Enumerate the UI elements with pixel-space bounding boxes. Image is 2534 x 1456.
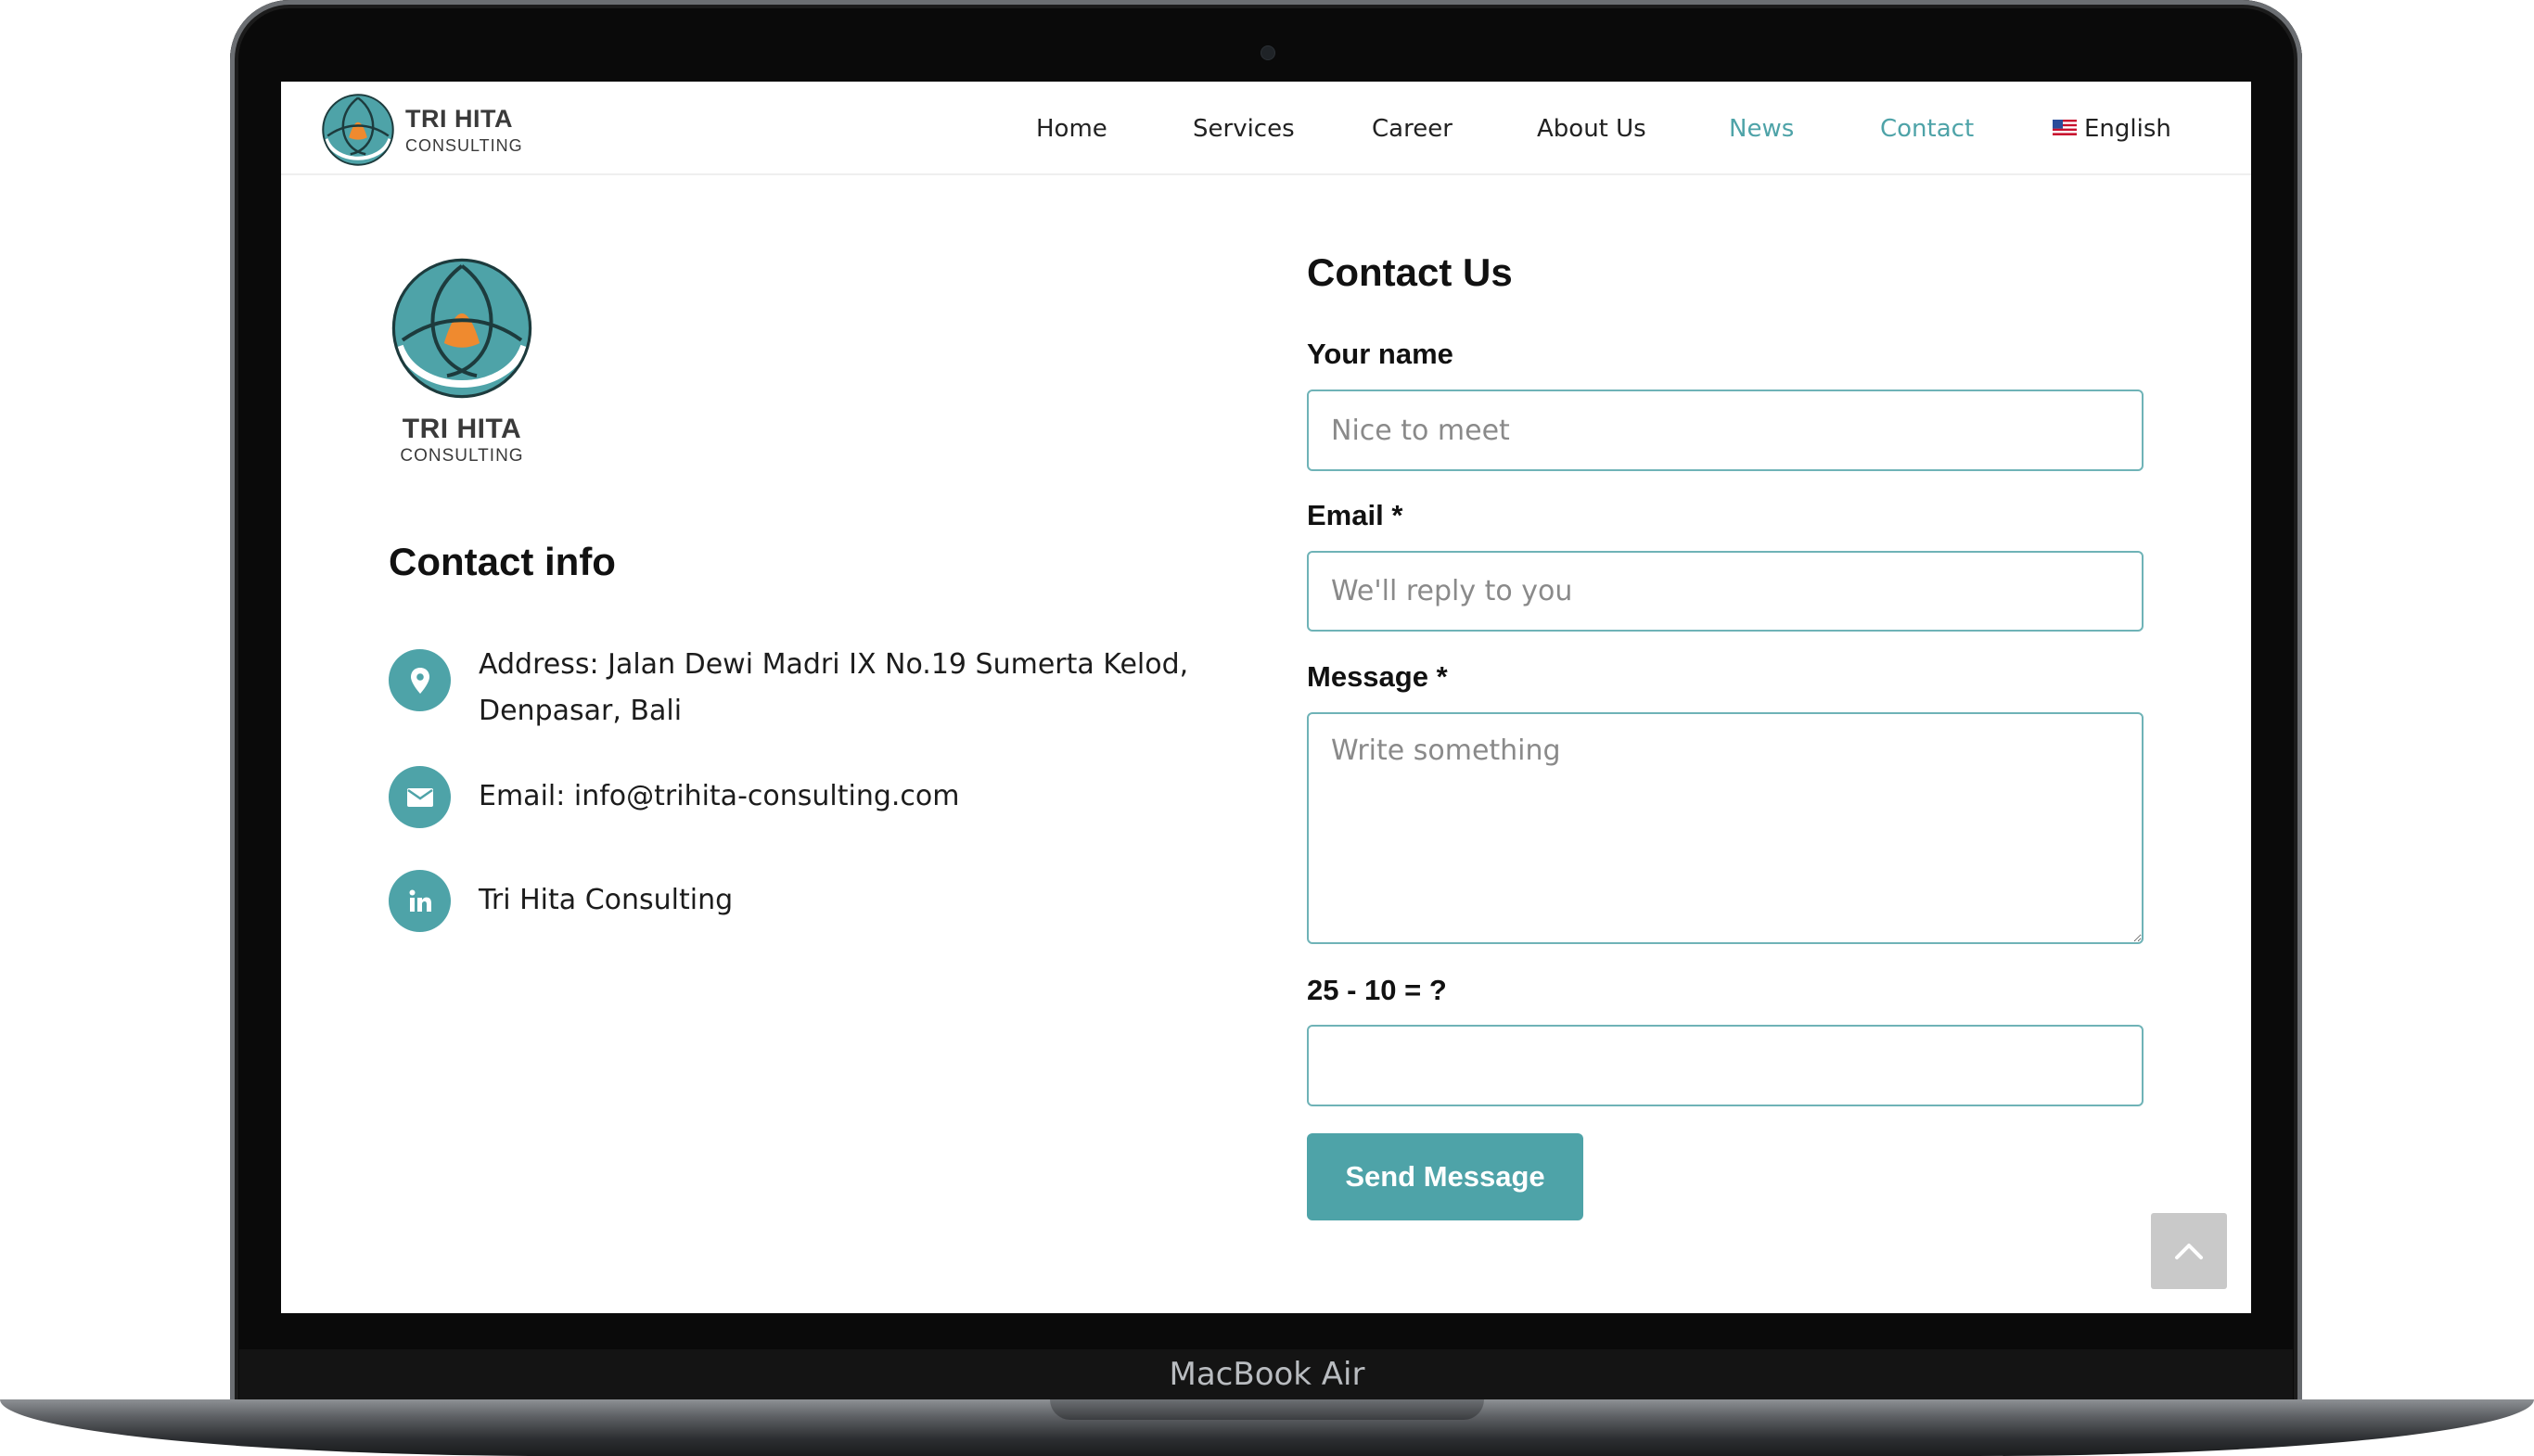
- name-label: Your name: [1307, 338, 1453, 370]
- email-label: Email *: [1307, 499, 1403, 531]
- language-selector[interactable]: English: [2053, 115, 2171, 143]
- address-row: Address: Jalan Dewi Madri IX No.19 Sumer…: [389, 642, 1202, 734]
- message-textarea[interactable]: [1307, 712, 2144, 944]
- send-message-button[interactable]: Send Message: [1307, 1133, 1583, 1220]
- language-label: English: [2084, 115, 2171, 143]
- email-row: Email: info@trihita-consulting.com: [389, 766, 960, 828]
- tri-hita-large-logo-icon: [391, 258, 532, 399]
- name-input[interactable]: [1307, 390, 2144, 471]
- side-brand-name: TRI HITA: [402, 414, 522, 444]
- contact-us-heading: Contact Us: [1307, 250, 1513, 294]
- nav-services[interactable]: Services: [1193, 115, 1295, 143]
- nav-about-us[interactable]: About Us: [1537, 115, 1646, 143]
- laptop-notch: [1050, 1399, 1484, 1420]
- message-label: Message *: [1307, 660, 1448, 693]
- email-input[interactable]: [1307, 551, 2144, 632]
- top-navbar: TRI HITA CONSULTING Home Services Career…: [281, 82, 2251, 175]
- captcha-label: 25 - 10 = ?: [1307, 974, 1447, 1006]
- nav-contact[interactable]: Contact: [1880, 115, 1974, 143]
- captcha-input[interactable]: [1307, 1025, 2144, 1106]
- location-pin-icon: [389, 649, 451, 711]
- chevron-up-icon: [2175, 1244, 2203, 1259]
- envelope-icon: [389, 766, 451, 828]
- scroll-to-top-button[interactable]: [2151, 1213, 2227, 1289]
- email-text[interactable]: Email: info@trihita-consulting.com: [479, 773, 960, 820]
- nav-home[interactable]: Home: [1036, 115, 1107, 143]
- nav-career[interactable]: Career: [1372, 115, 1453, 143]
- device-label: MacBook Air: [1169, 1356, 1365, 1393]
- nav-news[interactable]: News: [1729, 115, 1794, 143]
- linkedin-row: Tri Hita Consulting: [389, 870, 733, 932]
- main-nav: Home Services Career About Us News Conta…: [281, 82, 2251, 175]
- us-flag-icon: [2053, 120, 2077, 135]
- address-text: Address: Jalan Dewi Madri IX No.19 Sumer…: [479, 648, 1189, 727]
- contact-info-heading: Contact info: [389, 540, 616, 583]
- linkedin-icon[interactable]: [389, 870, 451, 932]
- side-brand-subtitle: CONSULTING: [400, 446, 524, 466]
- camera-icon: [1261, 45, 1275, 60]
- browser-viewport: TRI HITA CONSULTING Home Services Career…: [281, 82, 2251, 1313]
- linkedin-text[interactable]: Tri Hita Consulting: [479, 877, 733, 924]
